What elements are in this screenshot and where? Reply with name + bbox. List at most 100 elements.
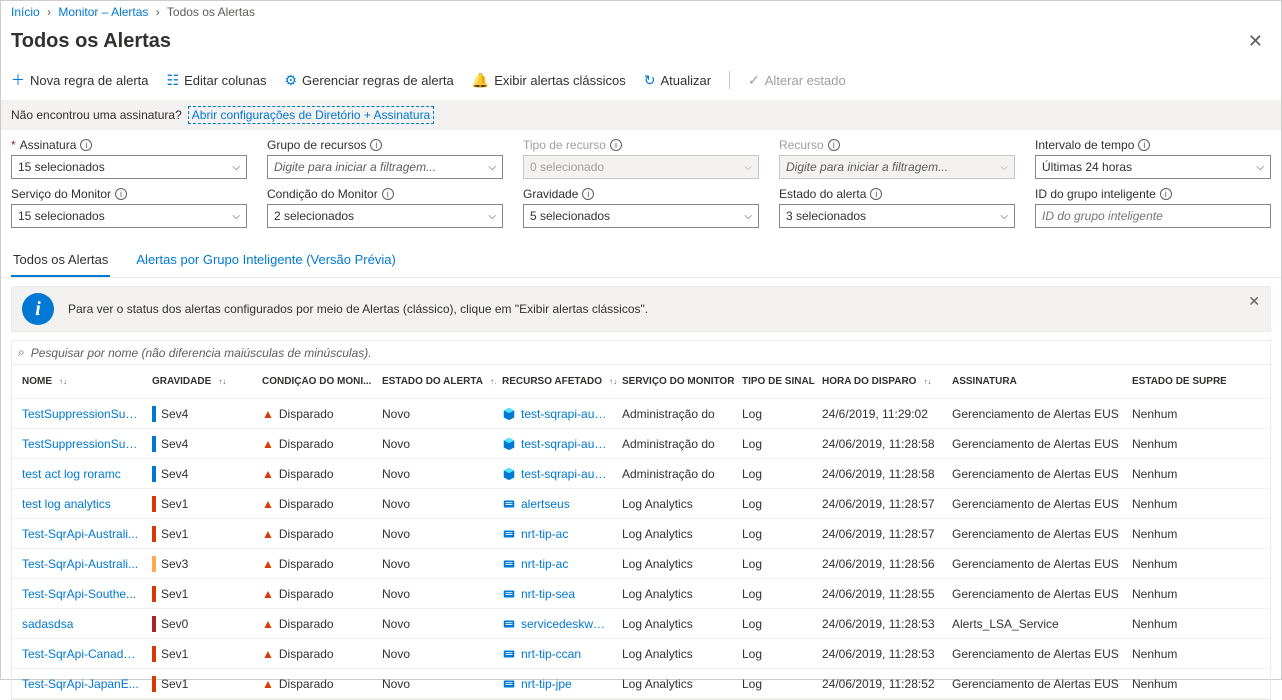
resource-link[interactable]: nrt-tip-ccan — [521, 647, 581, 661]
alert-name-link[interactable]: test act log roramc — [22, 467, 121, 481]
col-monitor[interactable]: SERVIÇO DO MONITOR — [616, 376, 736, 387]
condition-text: Disparado — [279, 647, 334, 661]
edit-columns-button[interactable]: ☷Editar colunas — [167, 72, 267, 89]
resource-link[interactable]: nrt-tip-jpe — [521, 677, 572, 691]
info-icon: i — [828, 139, 840, 151]
time-text: 24/06/2019, 11:28:52 — [816, 677, 946, 691]
alert-name-link[interactable]: Test-SqrApi-Southe... — [22, 587, 136, 601]
table-row[interactable]: TestSuppressionSub...Sev4▲DisparadoNovot… — [12, 429, 1270, 459]
subscription-text: Alerts_LSA_Service — [946, 617, 1126, 631]
alert-name-link[interactable]: Test-SqrApi-Australi... — [22, 527, 138, 541]
info-icon[interactable]: i — [382, 188, 394, 200]
resource-link[interactable]: nrt-tip-ac — [521, 527, 568, 541]
table-row[interactable]: TestSuppressionSub...Sev4▲DisparadoNovot… — [12, 399, 1270, 429]
table-row[interactable]: test act log roramcSev4▲DisparadoNovotes… — [12, 459, 1270, 489]
gear-icon: ⚙ — [284, 72, 297, 89]
open-directory-link[interactable]: Abrir configurações de Diretório + Assin… — [188, 106, 434, 124]
state-text: Novo — [376, 437, 496, 451]
severity-bar-icon — [152, 496, 156, 512]
time-range-dropdown[interactable]: Últimas 24 horas⌵ — [1035, 155, 1271, 179]
monitor-text: Log Analytics — [616, 617, 736, 631]
resource-link[interactable]: servicedeskwcus — [521, 617, 610, 631]
info-icon[interactable]: i — [1138, 139, 1150, 151]
suppression-text: Nenhum — [1126, 557, 1226, 571]
smart-group-label: ID do grupo inteligentei — [1035, 187, 1271, 201]
suppression-text: Nenhum — [1126, 437, 1226, 451]
breadcrumb-home[interactable]: Início — [11, 5, 40, 19]
classic-alerts-button[interactable]: 🔔Exibir alertas clássicos — [472, 72, 626, 89]
alert-state-dropdown[interactable]: 3 selecionados⌵ — [779, 204, 1015, 228]
time-text: 24/6/2019, 11:29:02 — [816, 407, 946, 421]
sort-icon: ↑↓ — [59, 377, 67, 386]
time-text: 24/06/2019, 11:28:58 — [816, 437, 946, 451]
info-icon[interactable]: i — [870, 188, 882, 200]
col-suppression[interactable]: ESTADO DE SUPRESSÃO — [1126, 376, 1226, 387]
resource-link[interactable]: test-sqrapi-aust... — [521, 407, 610, 421]
alert-name-link[interactable]: Test-SqrApi-JapanE... — [22, 677, 139, 691]
condition-text: Disparado — [279, 497, 334, 511]
info-icon[interactable]: i — [115, 188, 127, 200]
monitor-text: Administração do — [616, 407, 736, 421]
alert-name-link[interactable]: TestSuppressionSub... — [22, 437, 140, 451]
signal-text: Log — [736, 557, 816, 571]
alert-name-link[interactable]: Test-SqrApi-Australi... — [22, 557, 138, 571]
alert-name-link[interactable]: test log analytics — [22, 497, 111, 511]
alert-name-link[interactable]: TestSuppressionSub... — [22, 407, 140, 421]
table-row[interactable]: Test-SqrApi-Australi...Sev3▲DisparadoNov… — [12, 549, 1270, 579]
alert-name-link[interactable]: Test-SqrApi-Canada... — [22, 647, 140, 661]
subscription-dropdown[interactable]: 15 selecionados⌵ — [11, 155, 247, 179]
refresh-icon: ↻ — [644, 72, 656, 89]
col-resource[interactable]: RECURSO AFETADO↑↓ — [496, 376, 616, 387]
alert-name-link[interactable]: sadasdsa — [22, 617, 73, 631]
monitor-text: Administração do — [616, 437, 736, 451]
monitor-condition-dropdown[interactable]: 2 selecionados⌵ — [267, 204, 503, 228]
banner-close-button[interactable]: ✕ — [1248, 293, 1260, 310]
table-row[interactable]: sadasdsaSev0▲DisparadoNovoservicedeskwcu… — [12, 609, 1270, 639]
table-row[interactable]: Test-SqrApi-Canada...Sev1▲DisparadoNovon… — [12, 639, 1270, 669]
breadcrumb-monitor[interactable]: Monitor – Alertas — [58, 5, 148, 19]
resource-link[interactable]: nrt-tip-ac — [521, 557, 568, 571]
manage-rules-button[interactable]: ⚙Gerenciar regras de alerta — [284, 72, 453, 89]
table-row[interactable]: test log analyticsSev1▲DisparadoNovoaler… — [12, 489, 1270, 519]
monitor-service-dropdown[interactable]: 15 selecionados⌵ — [11, 204, 247, 228]
resource-group-dropdown[interactable]: Digite para iniciar a filtragem...⌵ — [267, 155, 503, 179]
page-title: Todos os Alertas — [11, 30, 171, 53]
severity-dropdown[interactable]: 5 selecionados⌵ — [523, 204, 759, 228]
info-icon[interactable]: i — [80, 139, 92, 151]
banner-text: Para ver o status dos alertas configurad… — [68, 302, 648, 316]
resource-link[interactable]: nrt-tip-sea — [521, 587, 575, 601]
monitor-text: Log Analytics — [616, 527, 736, 541]
col-time[interactable]: HORA DO DISPARO↑↓ — [816, 376, 946, 387]
resource-link[interactable]: test-sqrapi-aust... — [521, 437, 610, 451]
tab-all-alerts[interactable]: Todos os Alertas — [11, 244, 110, 277]
col-state[interactable]: ESTADO DO ALERTA↑↓ — [376, 376, 496, 387]
time-text: 24/06/2019, 11:28:58 — [816, 467, 946, 481]
tab-smart-groups[interactable]: Alertas por Grupo Inteligente (Versão Pr… — [134, 244, 397, 277]
refresh-button[interactable]: ↻Atualizar — [644, 72, 711, 89]
severity-text: Sev4 — [161, 437, 188, 451]
warning-icon: ▲ — [262, 437, 274, 451]
info-icon[interactable]: i — [370, 139, 382, 151]
signal-text: Log — [736, 677, 816, 691]
col-subscription[interactable]: ASSINATURA — [946, 376, 1126, 387]
close-button[interactable]: ✕ — [1240, 27, 1271, 56]
resource-link[interactable]: alertseus — [521, 497, 570, 511]
info-icon[interactable]: i — [582, 188, 594, 200]
smart-group-input[interactable] — [1035, 204, 1271, 228]
search-input[interactable]: ⌕ Pesquisar por nome (não diferencia mai… — [12, 341, 1270, 365]
info-icon[interactable]: i — [1160, 188, 1172, 200]
subscription-label: *Assinaturai — [11, 138, 247, 152]
col-condition[interactable]: CONDIÇÃO DO MONI...↑↓ — [256, 376, 376, 387]
col-name[interactable]: NOME↑↓ — [16, 376, 146, 387]
severity-text: Sev1 — [161, 587, 188, 601]
new-rule-button[interactable]: ＋Nova regra de alerta — [11, 70, 149, 90]
resource-link[interactable]: test-sqrapi-aust... — [521, 467, 610, 481]
table-row[interactable]: Test-SqrApi-Australi...Sev1▲DisparadoNov… — [12, 519, 1270, 549]
chevron-down-icon: ⌵ — [488, 211, 496, 222]
severity-text: Sev0 — [161, 617, 188, 631]
col-signal[interactable]: TIPO DE SINAL — [736, 376, 816, 387]
table-row[interactable]: Test-SqrApi-Southe...Sev1▲DisparadoNovon… — [12, 579, 1270, 609]
suppression-text: Nenhum — [1126, 467, 1226, 481]
table-row[interactable]: Test-SqrApi-JapanE...Sev1▲DisparadoNovon… — [12, 669, 1270, 699]
col-severity[interactable]: GRAVIDADE↑↓ — [146, 376, 256, 387]
